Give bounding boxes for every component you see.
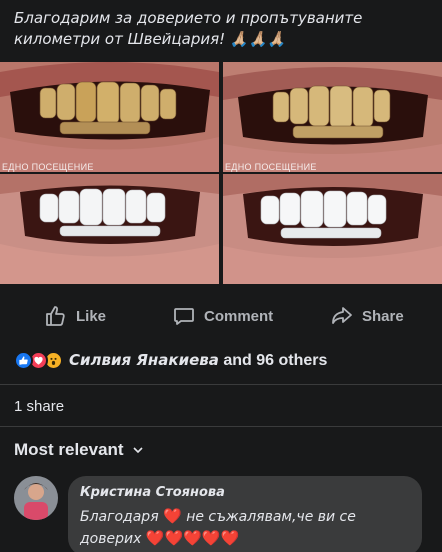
comment-bubble: Кристина Стоянова Благодаря ❤️ не съжаля… xyxy=(68,476,422,552)
photo-before-2[interactable]: ЕДНО ПОСЕЩЕНИЕ xyxy=(223,62,442,172)
chevron-down-icon xyxy=(133,447,143,454)
photo-collage[interactable]: ЕДНО ПОСЕЩЕНИЕ ЕДНО ПОСЕЩЕНИЕ xyxy=(0,62,442,284)
photo-after-2[interactable] xyxy=(223,174,442,284)
action-bar: Like Comment Share xyxy=(0,300,442,332)
reactions-text: Силвия Янакиева and 96 others xyxy=(69,351,327,370)
post-text: Благодарим за доверието и пропътуваните … xyxy=(14,9,363,48)
share-button[interactable]: Share xyxy=(330,300,404,332)
like-reaction-icon xyxy=(14,350,33,370)
like-button[interactable]: Like xyxy=(44,300,106,332)
reactions-others: and 96 others xyxy=(218,351,328,369)
comment-sort-dropdown[interactable]: Most relevant xyxy=(14,440,144,460)
teeth-before-image xyxy=(0,62,219,172)
teeth-after-image xyxy=(0,174,219,284)
heart-emoji-icon: ❤️ xyxy=(163,507,182,525)
comment-text-part: Благодаря xyxy=(80,509,164,525)
like-label: Like xyxy=(76,307,107,325)
share-label: Share xyxy=(362,307,404,325)
comment-icon xyxy=(174,308,194,325)
sort-label: Most relevant xyxy=(14,440,124,459)
avatar[interactable] xyxy=(14,476,58,520)
hearts-emoji-icon: ❤️❤️❤️❤️❤️ xyxy=(145,529,240,547)
teeth-after-image xyxy=(223,174,442,284)
comment-text: Благодаря ❤️ не съжалявам,че ви се довер… xyxy=(80,506,410,550)
photo-caption: ЕДНО ПОСЕЩЕНИЕ xyxy=(225,162,317,172)
shares-count[interactable]: 1 share xyxy=(14,398,64,415)
photo-before-1[interactable]: ЕДНО ПОСЕЩЕНИЕ xyxy=(0,62,219,172)
photo-caption: ЕДНО ПОСЕЩЕНИЕ xyxy=(2,162,94,172)
reactions-summary[interactable]: Силвия Янакиева and 96 others xyxy=(14,348,327,372)
reactor-name[interactable]: Силвия Янакиева xyxy=(69,351,219,369)
divider xyxy=(0,384,442,385)
divider xyxy=(0,426,442,427)
teeth-before-image xyxy=(223,62,442,172)
comment-author[interactable]: Кристина Стоянова xyxy=(80,485,410,500)
share-arrow-icon xyxy=(332,307,352,324)
comment-button[interactable]: Comment xyxy=(172,300,273,332)
thumbs-up-icon xyxy=(46,306,65,326)
comment-label: Comment xyxy=(204,307,274,325)
photo-after-1[interactable] xyxy=(0,174,219,284)
